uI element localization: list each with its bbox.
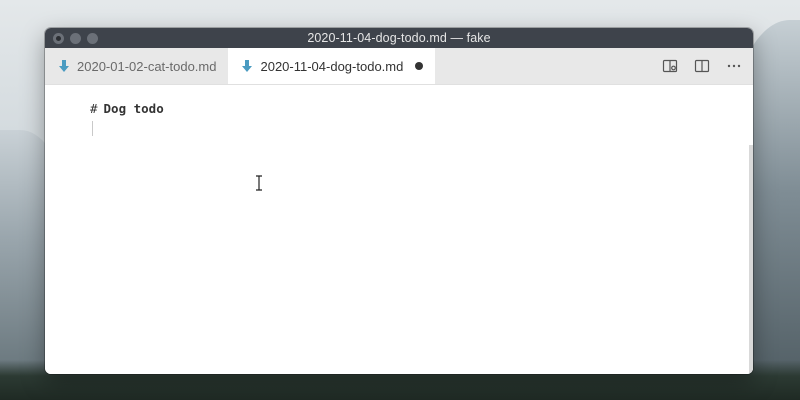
window-controls — [53, 33, 98, 44]
editor-actions — [661, 48, 743, 84]
editor-line-1: # Dog todo — [90, 101, 164, 116]
heading-marker: # — [90, 101, 98, 116]
title-bar[interactable]: 2020-11-04-dog-todo.md — fake — [45, 28, 753, 48]
unsaved-changes-dot-icon[interactable] — [415, 62, 424, 70]
markdown-file-icon — [59, 60, 69, 72]
tab-dog-todo[interactable]: 2020-11-04-dog-todo.md — [228, 48, 436, 84]
text-editor[interactable]: # Dog todo — [45, 85, 753, 374]
close-window-button[interactable] — [53, 33, 64, 44]
maximize-window-button[interactable] — [87, 33, 98, 44]
heading-text: Dog todo — [103, 101, 164, 116]
split-editor-icon[interactable] — [693, 57, 711, 75]
markdown-file-icon — [242, 60, 253, 72]
minimize-window-button[interactable] — [70, 33, 81, 44]
tab-label: 2020-11-04-dog-todo.md — [260, 58, 404, 74]
window-title: 2020-11-04-dog-todo.md — fake — [307, 31, 491, 45]
text-cursor — [92, 121, 93, 136]
vertical-scrollbar[interactable] — [749, 145, 753, 374]
tab-cat-todo[interactable]: 2020-01-02-cat-todo.md — [45, 48, 228, 84]
editor-window: 2020-11-04-dog-todo.md — fake 2020-01-02… — [45, 28, 753, 374]
ibeam-cursor-icon — [254, 175, 264, 191]
open-preview-to-side-icon[interactable] — [661, 57, 679, 75]
more-actions-icon[interactable] — [725, 57, 743, 75]
tab-bar: 2020-01-02-cat-todo.md 2020-11-04-dog-to… — [45, 48, 753, 85]
tab-label: 2020-01-02-cat-todo.md — [77, 58, 217, 74]
